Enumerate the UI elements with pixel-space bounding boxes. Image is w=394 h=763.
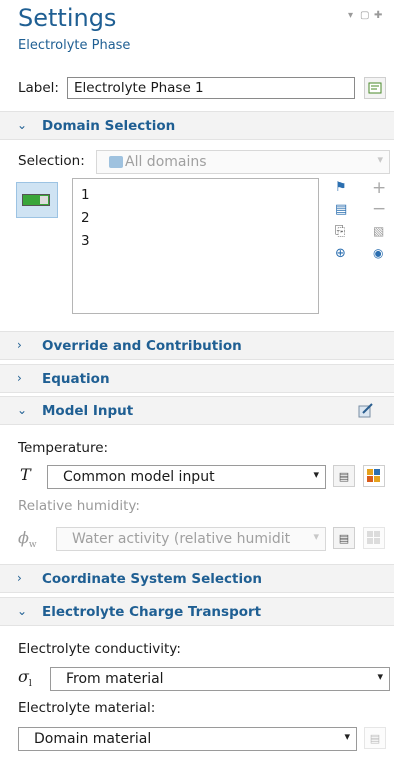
go-to-source-icon[interactable]: ▤ xyxy=(364,727,386,749)
selection-label: Selection: xyxy=(18,153,85,169)
domain-icon xyxy=(109,156,123,168)
go-to-source-icon[interactable]: ▤ xyxy=(333,527,355,549)
remove-icon[interactable]: − xyxy=(372,199,386,219)
show-icon[interactable]: ◉ xyxy=(373,246,383,260)
chevron-down-icon: ▾ xyxy=(313,468,319,481)
domain-list[interactable]: 1 2 3 xyxy=(72,178,319,314)
add-icon[interactable]: + xyxy=(372,178,386,198)
chevron-right-icon: › xyxy=(17,571,22,585)
chevron-down-icon: ▾ xyxy=(313,530,319,543)
section-model-input[interactable]: ⌄ Model Input xyxy=(0,396,394,425)
conductivity-dropdown[interactable]: From material ▾ xyxy=(50,667,390,691)
label-caption: Label: xyxy=(18,80,59,96)
temperature-dropdown[interactable]: Common model input ▾ xyxy=(47,465,326,489)
edit-input-icon[interactable] xyxy=(358,402,374,418)
humidity-label: Relative humidity: xyxy=(18,498,140,514)
paste-icon[interactable]: ⎘ xyxy=(335,224,345,239)
section-charge-transport[interactable]: ⌄ Electrolyte Charge Transport xyxy=(0,597,394,626)
temperature-label: Temperature: xyxy=(18,440,109,456)
material-label: Electrolyte material: xyxy=(18,700,156,716)
go-to-source-icon[interactable]: ▤ xyxy=(333,465,355,487)
conductivity-symbol: σl xyxy=(18,667,32,690)
edit-label-icon[interactable] xyxy=(364,77,386,99)
list-item[interactable]: 3 xyxy=(81,233,90,249)
label-field[interactable]: Electrolyte Phase 1 xyxy=(67,77,355,99)
list-item[interactable]: 1 xyxy=(81,187,90,203)
conductivity-label: Electrolyte conductivity: xyxy=(18,641,181,657)
temperature-symbol: T xyxy=(20,465,31,484)
copy-icon[interactable]: ▤ xyxy=(335,202,347,217)
add-input-icon[interactable] xyxy=(363,527,385,549)
chevron-down-icon: ⌄ xyxy=(17,118,28,132)
chevron-down-icon: ⌄ xyxy=(17,604,28,618)
dropdown-arrow-icon[interactable]: ▾ xyxy=(348,10,353,21)
section-domain-selection[interactable]: ⌄ Domain Selection xyxy=(0,111,394,140)
active-toggle-button[interactable] xyxy=(16,182,58,218)
add-input-icon[interactable] xyxy=(363,465,385,487)
selection-dropdown[interactable]: All domains ▾ xyxy=(96,150,390,174)
list-item[interactable]: 2 xyxy=(81,210,90,226)
chevron-down-icon: ▾ xyxy=(344,730,350,743)
toggle-icon xyxy=(22,194,50,206)
clear-selection-icon[interactable]: ▧ xyxy=(373,224,384,238)
paint-icon[interactable]: ⚑ xyxy=(335,180,347,195)
zoom-to-selection-icon[interactable]: ⊕ xyxy=(335,246,346,261)
maximize-icon[interactable]: ▢ xyxy=(360,10,369,21)
humidity-symbol: ϕw xyxy=(18,528,37,551)
page-subtitle: Electrolyte Phase xyxy=(18,38,131,53)
material-dropdown[interactable]: Domain material ▾ xyxy=(18,727,357,751)
section-override[interactable]: › Override and Contribution xyxy=(0,331,394,360)
section-coordinate-system[interactable]: › Coordinate System Selection xyxy=(0,564,394,593)
page-title: Settings xyxy=(18,4,117,32)
chevron-down-icon: ▾ xyxy=(377,153,383,166)
pin-icon[interactable]: ✚ xyxy=(374,10,382,21)
chevron-down-icon: ⌄ xyxy=(17,403,28,417)
chevron-down-icon: ▾ xyxy=(377,670,383,683)
chevron-right-icon: › xyxy=(17,371,22,385)
humidity-dropdown[interactable]: Water activity (relative humidit ▾ xyxy=(56,527,326,551)
chevron-right-icon: › xyxy=(17,338,22,352)
section-equation[interactable]: › Equation xyxy=(0,364,394,393)
